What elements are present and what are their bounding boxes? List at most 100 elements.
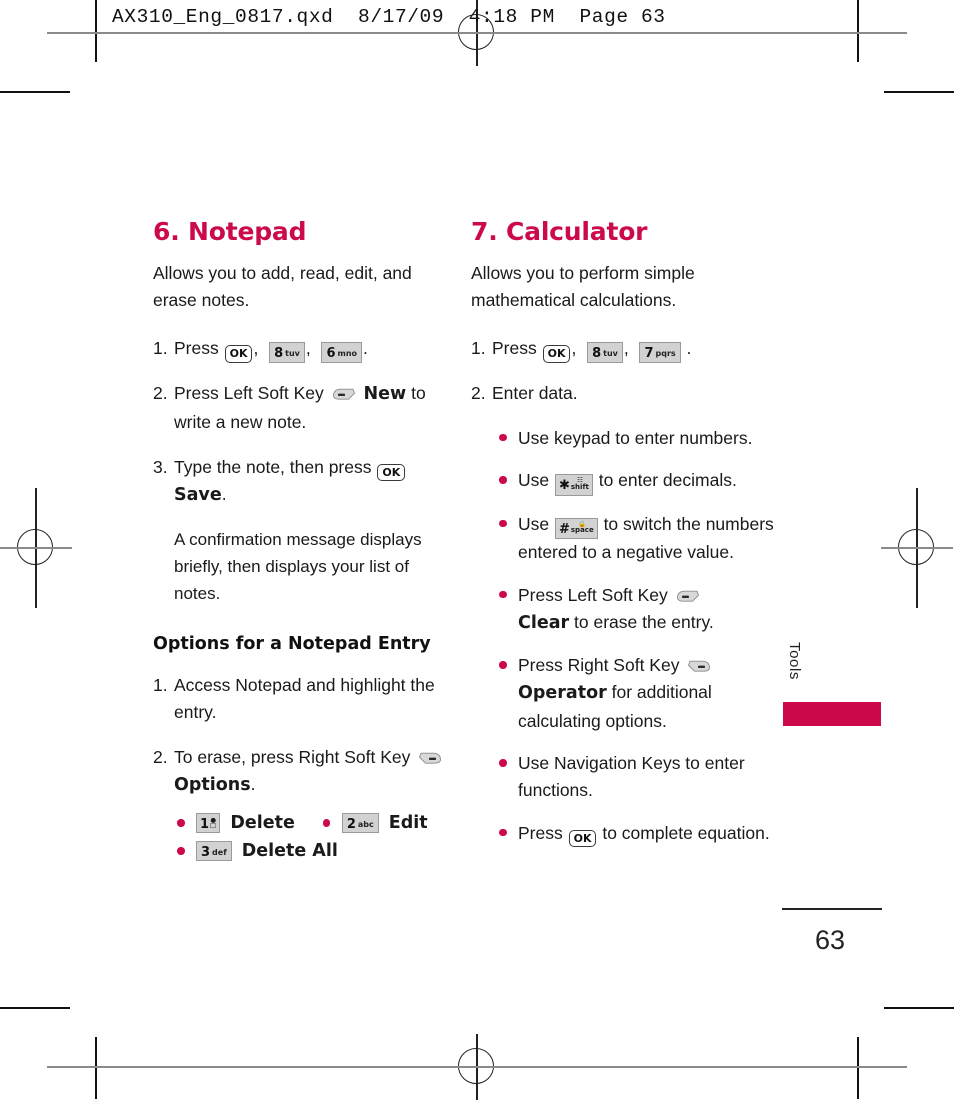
step-text-post: . — [221, 484, 227, 505]
bullet-text: Press Left Soft Key Clear to erase the e… — [518, 582, 781, 638]
bullet-text-pre: Press — [518, 822, 568, 843]
calculator-bullet-decimals: Use ✱ ☷ shift to enter decimals. — [499, 467, 781, 496]
step-number: 2. — [471, 383, 486, 404]
right-soft-key-icon — [687, 654, 711, 672]
side-tab-label-tools: Tools — [786, 642, 803, 681]
bullet-text-pre: Use — [518, 470, 554, 491]
bullet-text: Use keypad to enter numbers. — [518, 427, 753, 448]
step-number: 2. — [153, 746, 168, 767]
side-tab-color-block — [783, 702, 881, 726]
bullet-bold-operator: Operator — [518, 683, 607, 704]
bullet-text: Use Navigation Keys to enter functions. — [518, 753, 745, 801]
step-body: Access Notepad and highlight the entry. — [174, 674, 435, 723]
calculator-description: Allows you to perform simple mathematica… — [471, 262, 695, 311]
notepad-confirmation-note: A confirmation message displays briefly,… — [174, 529, 422, 603]
step-body: Press Left Soft Key New to write a new n… — [174, 380, 453, 436]
bullet-text: Use # 🔒 space to switch the numbers entere… — [518, 511, 781, 567]
step-bold-new: New — [363, 384, 407, 405]
calculator-bullet-clear: Press Left Soft Key Clear to erase the e… — [499, 582, 781, 638]
notepad-step-3: 3. Type the note, then press OK Save. — [153, 454, 453, 510]
step-text-post: . — [250, 774, 256, 795]
bullet-text-post: to enter decimals. — [593, 470, 737, 491]
calculator-bullets: Use keypad to enter numbers. Use ✱ ☷ shift… — [499, 425, 781, 848]
section-heading-calculator: 7. Calculator — [471, 217, 648, 246]
bullet-dot — [499, 652, 518, 735]
bullet-text-post: to erase the entry. — [569, 611, 714, 632]
notepad-option-list: 1 ● ☐ Delete 2 abc Edit 3 def Delete All — [177, 813, 453, 862]
manual-page: 6. Notepad Allows you to add, read, edit… — [0, 0, 954, 1099]
bullet-text-pre: Use — [518, 513, 554, 534]
left-soft-key-icon — [676, 584, 700, 602]
option-row-1: 1 ● ☐ Delete 2 abc Edit — [177, 813, 453, 834]
section-heading-notepad: 6. Notepad — [153, 217, 307, 246]
key-7-pqrs-icon: 7 pqrs — [639, 341, 681, 364]
key-8-tuv-icon: 8 tuv — [269, 341, 305, 364]
key-star-shift-icon: ✱ ☷ shift — [554, 474, 593, 496]
key-8-tuv-icon: 8 tuv — [587, 341, 623, 364]
step-number: 2. — [153, 383, 168, 404]
step-text-pre: To erase, press Right Soft Key — [174, 746, 416, 767]
calculator-step-2: 2. Enter data. — [471, 380, 781, 408]
step-text-post: . — [686, 337, 692, 358]
option-label-delete: Delete — [230, 813, 295, 834]
step-body: Type the note, then press OK Save. — [174, 454, 453, 510]
ok-key-icon: OK — [542, 344, 571, 363]
step-bold-save: Save — [174, 485, 222, 506]
bullet-text: Press Right Soft Key Operator for additi… — [518, 652, 781, 735]
bullet-dot — [499, 820, 518, 848]
step-body: Enter data. — [492, 383, 578, 404]
calculator-steps: 1. Press OK, 8 tuv, 7 pqrs . 2. Enter data… — [471, 335, 781, 408]
ok-key-icon: OK — [224, 344, 253, 363]
notepad-step-1: 1. Press OK, 8 tuv, 6 mno. — [153, 335, 453, 364]
key-1-voicemail-icon: 1 ● ☐ — [196, 813, 221, 834]
step-text-pre: Press Left Soft Key — [174, 383, 329, 404]
calculator-step-1: 1. Press OK, 8 tuv, 7 pqrs . — [471, 335, 781, 364]
step-text-post: . — [363, 337, 368, 358]
left-column: 6. Notepad Allows you to add, read, edit… — [153, 217, 453, 862]
option-label-delete-all: Delete All — [241, 841, 338, 862]
bullet-bold-clear: Clear — [518, 612, 570, 633]
calculator-bullet-negative: Use # 🔒 space to switch the numbers entere… — [499, 511, 781, 567]
notepad-option-step-1: 1. Access Notepad and highlight the entr… — [153, 672, 453, 727]
option-row-2: 3 def Delete All — [177, 841, 453, 862]
key-3-def-icon: 3 def — [196, 841, 232, 862]
key-2-abc-icon: 2 abc — [341, 813, 379, 834]
step-number: 1. — [153, 337, 168, 358]
bullet-text-post: to complete equation. — [597, 822, 770, 843]
notepad-options-steps: 1. Access Notepad and highlight the entr… — [153, 672, 453, 801]
step-text-pre: Press — [492, 337, 542, 358]
bullet-dot — [499, 582, 518, 638]
key-hash-space-icon: # 🔒 space — [554, 517, 598, 540]
bullet-dot — [322, 819, 341, 827]
calculator-bullet-complete: Press OK to complete equation. — [499, 820, 781, 848]
calculator-bullet-operator: Press Right Soft Key Operator for additi… — [499, 652, 781, 735]
notepad-option-step-2: 2. To erase, press Right Soft Key Option… — [153, 744, 453, 800]
bullet-text: Use ✱ ☷ shift to enter decimals. — [518, 467, 781, 496]
ok-key-icon: OK — [377, 463, 406, 482]
page-number: 63 — [814, 925, 846, 955]
bullet-dot — [177, 819, 195, 827]
step-body: Press OK, 8 tuv, 6 mno. — [174, 335, 453, 364]
bullet-dot — [499, 511, 518, 567]
step-number: 1. — [153, 674, 168, 695]
step-number: 3. — [153, 456, 168, 477]
bullet-text-pre: Press Left Soft Key — [518, 584, 673, 605]
step-bold-options: Options — [174, 775, 251, 796]
step-body: To erase, press Right Soft Key Options. — [174, 744, 453, 800]
step-text-pre: Press — [174, 337, 224, 358]
step-text-pre: Type the note, then press — [174, 456, 377, 477]
bullet-dot — [177, 847, 195, 855]
notepad-steps: 1. Press OK, 8 tuv, 6 mno. 2. Press Left S… — [153, 335, 453, 510]
bullet-dot — [499, 467, 518, 496]
bullet-text-pre: Press Right Soft Key — [518, 655, 685, 676]
bullet-dot — [499, 750, 518, 805]
calculator-bullet-navigation: Use Navigation Keys to enter functions. — [499, 750, 781, 805]
folio-divider — [782, 908, 882, 910]
option-label-edit: Edit — [388, 813, 428, 834]
bullet-text: Press OK to complete equation. — [518, 820, 781, 848]
right-soft-key-icon — [418, 746, 442, 764]
ok-key-icon: OK — [568, 829, 597, 848]
key-6-mno-icon: 6 mno — [321, 341, 363, 364]
left-soft-key-icon — [332, 382, 356, 400]
calculator-bullet-keypad: Use keypad to enter numbers. — [499, 425, 781, 452]
